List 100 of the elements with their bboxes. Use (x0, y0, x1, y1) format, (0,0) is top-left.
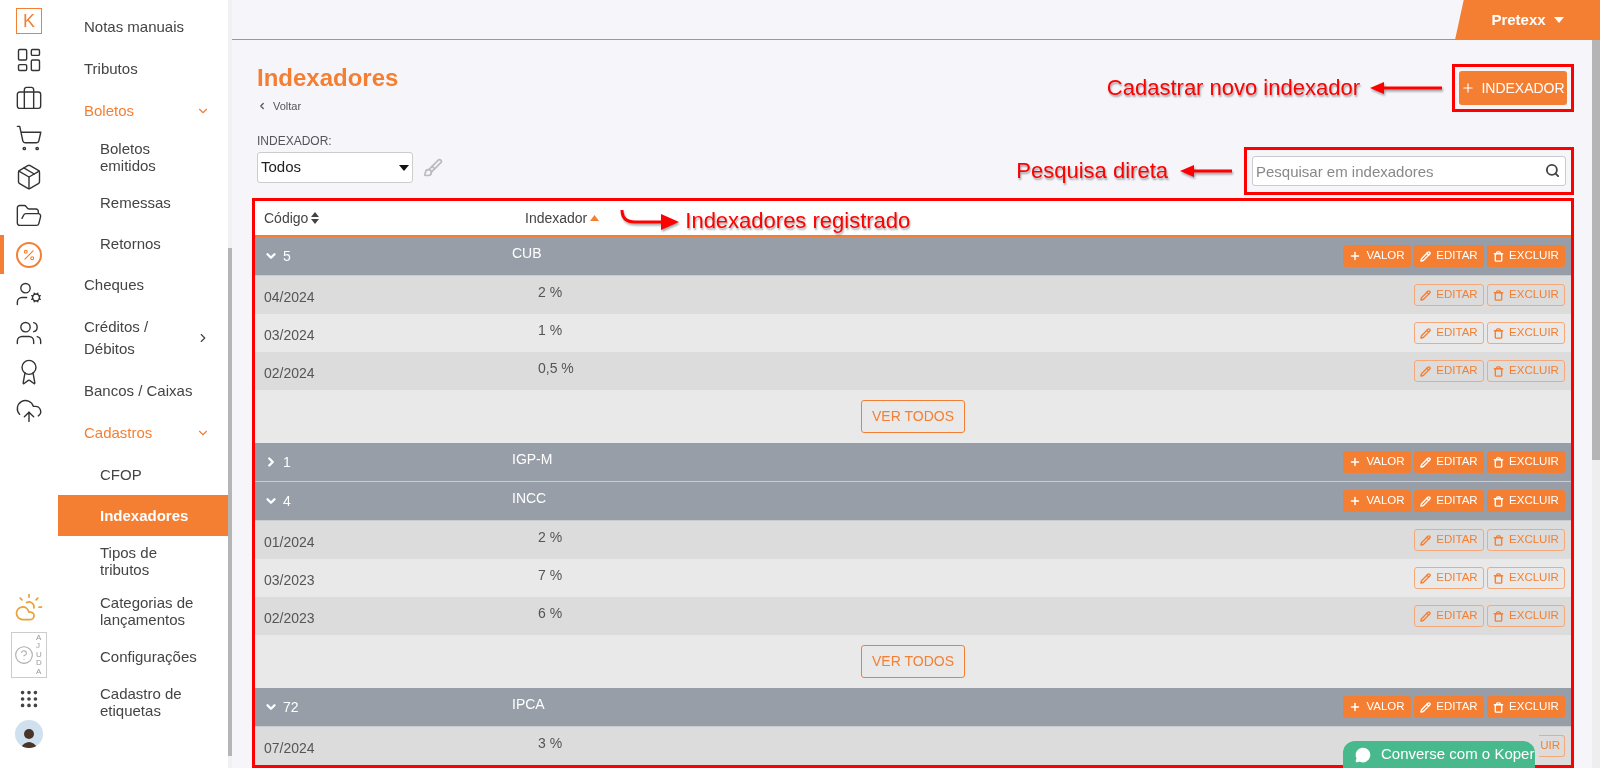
caret-down-icon (399, 164, 409, 171)
trash-icon (1493, 534, 1505, 546)
sidebar-subitem[interactable]: Indexadores (58, 495, 228, 536)
edit-button[interactable]: EDITAR (1414, 245, 1484, 267)
value-text: 3 % (538, 733, 563, 753)
period-text: 07/2024 (263, 738, 316, 758)
edit-button[interactable]: EDITAR (1414, 451, 1484, 473)
percent-icon[interactable] (16, 241, 42, 268)
chat-button[interactable]: Converse com o Koper (1343, 741, 1535, 768)
group-row[interactable]: 1 IGP-M VALOR EDITAR EXCLUIR (255, 443, 1571, 482)
delete-button[interactable]: UIR (1539, 735, 1565, 757)
period-text: 04/2024 (263, 287, 316, 307)
code-text: 1 (283, 452, 291, 472)
scrollbar-thumb[interactable] (228, 248, 232, 756)
code-text: 72 (283, 697, 299, 717)
indexer-name: IPCA (512, 694, 545, 714)
sidebar-item[interactable]: Notas manuais (58, 6, 228, 48)
user-menu[interactable]: Pretexx (1455, 0, 1600, 40)
sidebar-item[interactable]: Créditos / Débitos (58, 306, 228, 370)
apps-icon[interactable] (18, 688, 40, 710)
chat-bubble-icon (1355, 746, 1371, 763)
edit-button[interactable]: EDITAR (1414, 360, 1484, 382)
edit-button[interactable]: EDITAR (1414, 567, 1484, 589)
add-value-button[interactable]: VALOR (1343, 451, 1411, 473)
delete-button[interactable]: EXCLUIR (1487, 567, 1565, 589)
user-avatar[interactable] (15, 720, 43, 748)
delete-button[interactable]: EXCLUIR (1487, 360, 1565, 382)
period-text: 02/2023 (263, 608, 316, 628)
view-all-button[interactable]: VER TODOS (861, 645, 965, 678)
indexer-name: CUB (512, 243, 542, 263)
sidebar-item[interactable]: Cheques (58, 264, 228, 306)
sidebar-subitem[interactable]: Remessas (58, 182, 228, 223)
edit-button[interactable]: EDITAR (1414, 322, 1484, 344)
sidebar-subitem[interactable]: Categorias de lançamentos (58, 586, 228, 636)
sidebar-subitem[interactable]: Configurações (58, 636, 228, 677)
add-value-button[interactable]: VALOR (1343, 696, 1411, 718)
help-button[interactable]: AJUDA (11, 632, 47, 678)
indexer-name: IGP-M (512, 449, 553, 469)
edit-button[interactable]: EDITAR (1414, 284, 1484, 306)
group-row[interactable]: 5 CUB VALOR EDITAR EXCLUIR (255, 237, 1571, 276)
value-text: 0,5 % (538, 358, 574, 378)
edit-button[interactable]: EDITAR (1414, 605, 1484, 627)
back-link[interactable]: Voltar (257, 98, 399, 115)
period-text: 03/2023 (263, 570, 316, 590)
sidebar-item[interactable]: Cadastros (58, 412, 228, 454)
sidebar-subitem[interactable]: Boletos emitidos (58, 132, 228, 182)
indexer-select[interactable]: Todos (257, 152, 413, 183)
scrollbar-thumb[interactable] (1592, 40, 1600, 460)
search-field[interactable]: Pesquisar em indexadores (1252, 156, 1566, 186)
add-indexer-button[interactable]: INDEXADOR (1459, 71, 1567, 105)
delete-button[interactable]: EXCLUIR (1487, 451, 1565, 473)
group-row[interactable]: 72 IPCA VALOR EDITAR EXCLUIR (255, 688, 1571, 727)
trash-icon (1493, 365, 1505, 377)
sort-icon[interactable] (311, 212, 320, 224)
pencil-icon (1420, 610, 1432, 622)
annotation-label: Pesquisa direta (1016, 160, 1168, 182)
trash-icon (1493, 250, 1505, 262)
value-text: 6 % (538, 603, 563, 623)
sidebar-subitem[interactable]: Cadastro de etiquetas (58, 677, 228, 727)
edit-button[interactable]: EDITAR (1414, 490, 1484, 512)
edit-button[interactable]: EDITAR (1414, 696, 1484, 718)
value-text: 2 % (538, 527, 563, 547)
view-all-button[interactable]: VER TODOS (861, 400, 965, 433)
logo[interactable]: K (16, 8, 42, 34)
curved-arrow (619, 210, 680, 232)
delete-button[interactable]: EXCLUIR (1487, 245, 1565, 267)
caret-down-icon (1553, 17, 1564, 23)
delete-button[interactable]: EXCLUIR (1487, 696, 1565, 718)
sidebar-subitem[interactable]: Tipos de tributos (58, 536, 228, 586)
delete-button[interactable]: EXCLUIR (1487, 322, 1565, 344)
pencil-icon (1420, 327, 1432, 339)
delete-button[interactable]: EXCLUIR (1487, 284, 1565, 306)
sidebar-subitem[interactable]: CFOP (58, 454, 228, 495)
sidebar-subitem[interactable]: Retornos (58, 223, 228, 264)
edit-button[interactable]: EDITAR (1414, 529, 1484, 551)
plus-icon (1349, 701, 1362, 713)
period-text: 01/2024 (263, 532, 316, 552)
sidebar-item[interactable]: Tributos (58, 48, 228, 90)
box-icon[interactable] (15, 162, 43, 191)
sidebar-item[interactable]: Boletos (58, 90, 228, 132)
sort-up-icon[interactable] (590, 215, 600, 221)
cart-icon[interactable] (15, 123, 43, 152)
delete-button[interactable]: EXCLUIR (1487, 490, 1565, 512)
period-text: 02/2024 (263, 363, 316, 383)
plus-icon (1349, 250, 1362, 262)
trash-icon (1493, 289, 1505, 301)
search-icon[interactable] (1545, 163, 1560, 178)
column-header[interactable]: Indexador (525, 207, 600, 229)
pencil-icon (1420, 456, 1432, 468)
delete-button[interactable]: EXCLUIR (1487, 529, 1565, 551)
add-value-button[interactable]: VALOR (1343, 490, 1411, 512)
group-row[interactable]: 4 INCC VALOR EDITAR EXCLUIR (255, 482, 1571, 521)
column-header[interactable]: Código (255, 207, 525, 229)
sidebar-item[interactable]: Bancos / Caixas (58, 370, 228, 412)
page-title: Indexadores (257, 64, 399, 92)
add-value-button[interactable]: VALOR (1343, 245, 1411, 267)
value-text: 7 % (538, 565, 563, 585)
delete-button[interactable]: EXCLUIR (1487, 605, 1565, 627)
filter-label: INDEXADOR: (257, 133, 333, 150)
pencil-icon (1420, 365, 1432, 377)
